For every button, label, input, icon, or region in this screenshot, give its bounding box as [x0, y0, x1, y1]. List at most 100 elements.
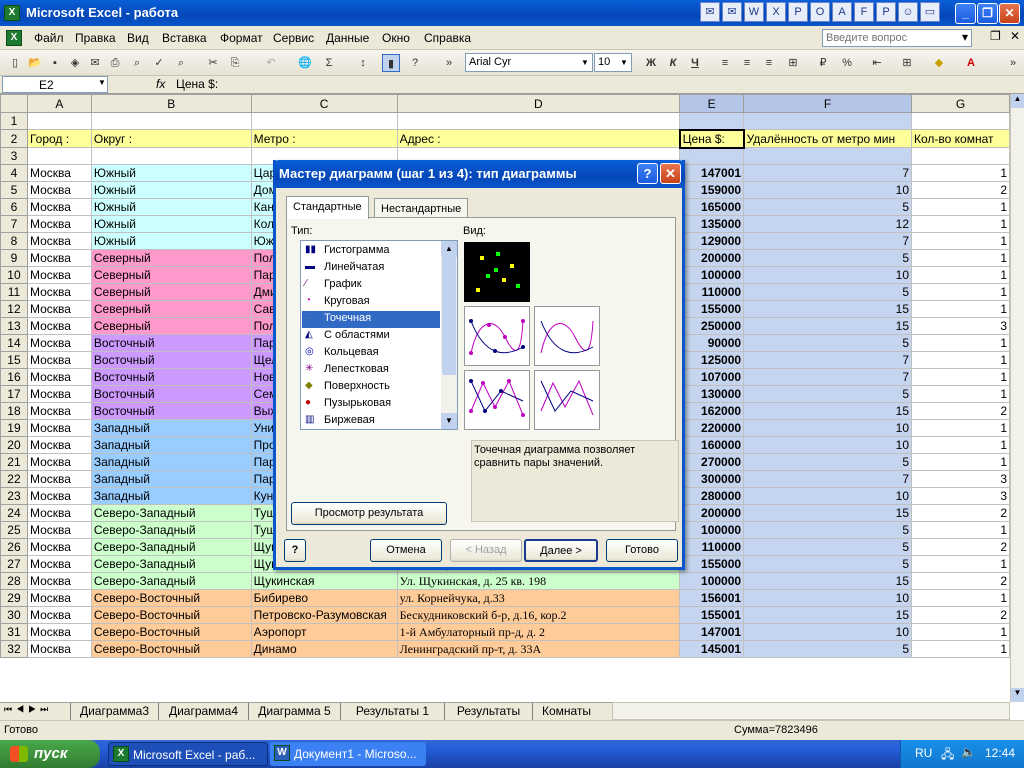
cell[interactable]: Москва [26, 453, 92, 471]
cell[interactable]: Москва [26, 351, 92, 369]
sheet-tab[interactable]: Комнаты [532, 703, 600, 720]
print-icon[interactable]: ⎙ [106, 54, 124, 72]
subtype-straight-lines[interactable] [534, 370, 600, 430]
dialog-help-button[interactable]: ? [637, 163, 658, 184]
cell[interactable]: Южный [90, 181, 252, 199]
percent-icon[interactable]: % [838, 54, 856, 72]
cell[interactable]: 15 [743, 606, 912, 624]
word-icon[interactable]: W [744, 2, 764, 22]
help-icon[interactable]: ? [284, 539, 306, 562]
chart-type-item[interactable]: ∕ График [302, 277, 440, 294]
list-scroll-thumb[interactable] [442, 257, 456, 375]
cell[interactable]: 2 [911, 606, 1010, 624]
row-header[interactable]: 24 [0, 504, 28, 522]
font-color-icon[interactable]: A [962, 54, 980, 72]
cell[interactable]: Восточный [90, 385, 252, 403]
cell[interactable]: Москва [26, 283, 92, 301]
row-header[interactable]: 21 [0, 453, 28, 471]
cell[interactable]: 15 [743, 572, 912, 590]
toolbar-options-icon[interactable]: » [440, 54, 458, 72]
cell[interactable]: 1 [911, 368, 1010, 386]
cell[interactable]: 15 [743, 504, 912, 522]
cell[interactable]: 135000 [679, 215, 745, 233]
cell[interactable]: 2 [911, 402, 1010, 420]
cell[interactable] [90, 112, 252, 130]
ask-dropdown-icon[interactable]: ▾ [962, 30, 968, 44]
cell[interactable]: 10 [743, 487, 912, 505]
row-header[interactable]: 19 [0, 419, 28, 437]
cell[interactable]: 250000 [679, 317, 745, 335]
cell[interactable]: Северный [90, 249, 252, 267]
cell[interactable]: 90000 [679, 334, 745, 352]
cell[interactable]: Кол-во комнат [911, 129, 1010, 148]
row-header[interactable]: 31 [0, 623, 28, 641]
clip-icon[interactable]: ☺ [898, 2, 918, 22]
cell[interactable]: 1 [911, 164, 1010, 182]
cell[interactable]: 1 [911, 198, 1010, 216]
cell[interactable]: 5 [743, 640, 912, 658]
cell[interactable]: Щукинская [250, 572, 398, 590]
cell[interactable]: 5 [743, 249, 912, 267]
print-preview-icon[interactable]: ⌕ [128, 54, 146, 72]
cell[interactable]: Цена $: [678, 128, 745, 149]
font-name-select[interactable]: Arial Cyr ▼ [465, 53, 593, 72]
column-header[interactable]: A [26, 94, 92, 113]
cell[interactable]: Москва [26, 606, 92, 624]
cell[interactable]: 162000 [679, 402, 745, 420]
cell[interactable] [26, 112, 92, 130]
cell[interactable]: Москва [26, 555, 92, 573]
cell[interactable] [911, 147, 1010, 165]
close-button[interactable]: ✕ [999, 3, 1020, 24]
open-icon[interactable]: 📂 [26, 54, 44, 72]
cell[interactable]: Северо-Западный [90, 555, 252, 573]
scroll-up-icon[interactable]: ▲ [1011, 94, 1024, 108]
cell[interactable]: 5 [743, 453, 912, 471]
ask-question-input[interactable] [822, 29, 972, 47]
excel-icon[interactable]: X [766, 2, 786, 22]
subtype-smooth-markers[interactable] [464, 306, 530, 366]
back-button[interactable]: < Назад [450, 539, 522, 562]
cell[interactable]: 145001 [679, 640, 745, 658]
chart-wizard-icon[interactable]: ▮ [382, 54, 400, 72]
cell[interactable]: Округ : [90, 129, 252, 148]
cell[interactable]: 280000 [679, 487, 745, 505]
fill-color-icon[interactable]: ◆ [930, 54, 948, 72]
cell[interactable]: 2 [911, 538, 1010, 556]
cell[interactable]: 5 [743, 283, 912, 301]
minimize-button[interactable]: _ [955, 3, 976, 24]
name-box[interactable]: E2 [2, 76, 108, 93]
chart-type-item[interactable]: ◎ Кольцевая [302, 345, 440, 362]
sheet-tab[interactable]: Диаграмма3 [70, 703, 158, 720]
access-icon[interactable]: A [832, 2, 852, 22]
cell[interactable]: 5 [743, 538, 912, 556]
sheet-tab[interactable]: Результаты 1 [340, 703, 444, 720]
bold-button[interactable]: Ж [642, 54, 660, 72]
cell[interactable]: Метро : [250, 129, 398, 148]
menu-help[interactable]: Справка [424, 31, 471, 45]
cell[interactable]: Ул. Щукинская, д. 25 кв. 198 [396, 572, 681, 590]
cell[interactable]: Москва [26, 334, 92, 352]
cell[interactable]: 1 [911, 385, 1010, 403]
cell[interactable]: 7 [743, 368, 912, 386]
cell[interactable]: Москва [26, 249, 92, 267]
cell[interactable]: 156001 [679, 589, 745, 607]
borders-icon[interactable]: ⊞ [898, 54, 916, 72]
cell[interactable]: Восточный [90, 368, 252, 386]
cell[interactable]: 1 [911, 249, 1010, 267]
cell[interactable]: Восточный [90, 351, 252, 369]
cell[interactable]: 3 [911, 317, 1010, 335]
cell[interactable]: Петровско-Разумовская [250, 606, 398, 624]
cell[interactable]: Москва [26, 181, 92, 199]
cell[interactable]: 1 [911, 623, 1010, 641]
currency-icon[interactable]: ₽ [814, 54, 832, 72]
cell[interactable]: 1 [911, 419, 1010, 437]
cell[interactable]: Москва [26, 521, 92, 539]
cell[interactable]: Москва [26, 419, 92, 437]
cell[interactable]: 1-й Амбулаторный пр-д, д. 2 [396, 623, 681, 641]
chevron-down-icon[interactable]: ▼ [579, 55, 591, 70]
cell[interactable]: 130000 [679, 385, 745, 403]
tab-standard[interactable]: Стандартные [286, 196, 369, 219]
cell[interactable]: 107000 [679, 368, 745, 386]
start-button[interactable]: пуск [0, 740, 100, 768]
cell[interactable]: Южный [90, 215, 252, 233]
